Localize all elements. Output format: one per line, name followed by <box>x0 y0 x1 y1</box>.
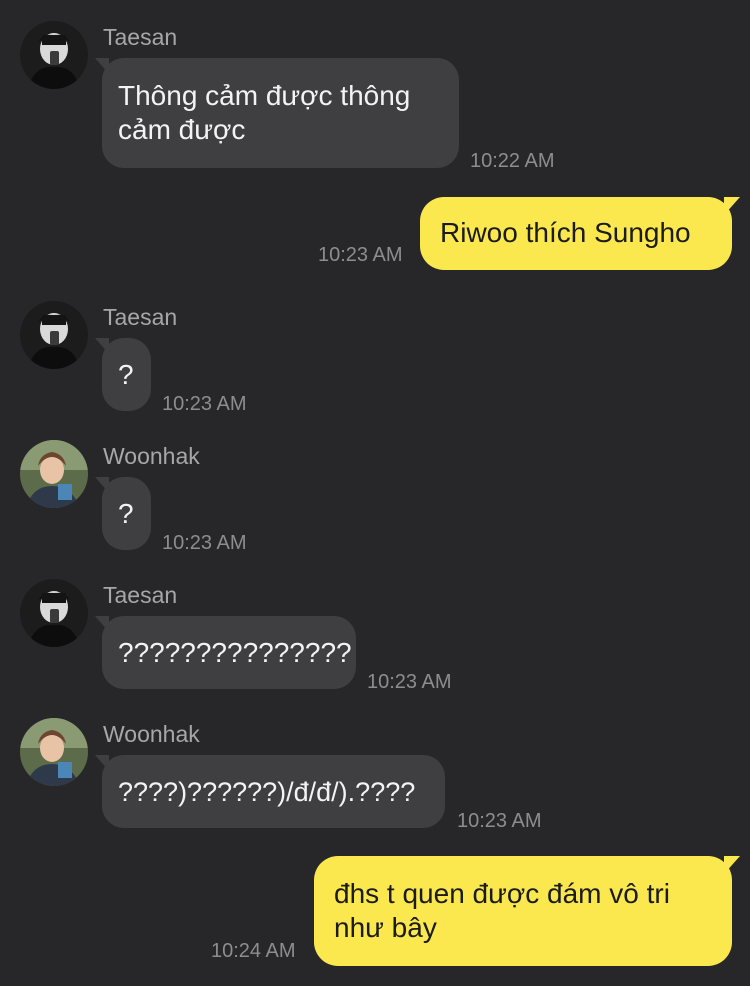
message-text: ? <box>118 359 134 390</box>
woonhak-avatar-icon[interactable] <box>20 440 88 508</box>
message-bubble[interactable]: đhs t quen được đám vô tri như bây <box>314 856 740 966</box>
sender-name: Taesan <box>103 24 178 50</box>
message-timestamp: 10:24 AM <box>211 940 296 962</box>
message-bubble[interactable]: ? <box>95 477 151 550</box>
message-bubble[interactable]: ????)??????)/đ/đ/).???? <box>95 755 445 828</box>
message-text: Riwoo thích Sungho <box>440 217 691 248</box>
message-text: ??????????????? <box>118 637 352 668</box>
message-bubble[interactable]: ??????????????? <box>95 616 356 689</box>
taesan-avatar-icon[interactable] <box>20 579 88 647</box>
message-bubble[interactable]: Riwoo thích Sungho <box>420 197 740 270</box>
message-text: Thông cảm được thông cảm được <box>118 80 411 145</box>
message-text: ? <box>118 498 134 529</box>
message-bubble[interactable]: ? <box>95 338 151 411</box>
message-timestamp: 10:23 AM <box>162 532 247 554</box>
message-text: đhs t quen được đám vô tri như bây <box>334 878 670 943</box>
message-timestamp: 10:23 AM <box>162 393 247 415</box>
taesan-avatar-icon[interactable] <box>20 21 88 89</box>
message-text: ????)??????)/đ/đ/).???? <box>118 777 416 807</box>
message-timestamp: 10:23 AM <box>318 244 403 266</box>
sender-name: Woonhak <box>103 443 200 469</box>
sender-name: Woonhak <box>103 721 200 747</box>
message-bubble[interactable]: Thông cảm được thông cảm được <box>95 58 459 168</box>
woonhak-avatar-icon[interactable] <box>20 718 88 786</box>
taesan-avatar-icon[interactable] <box>20 301 88 369</box>
sender-name: Taesan <box>103 304 178 330</box>
message-timestamp: 10:23 AM <box>457 810 542 832</box>
message-timestamp: 10:22 AM <box>470 150 555 172</box>
message-timestamp: 10:23 AM <box>367 671 452 693</box>
sender-name: Taesan <box>103 582 178 608</box>
